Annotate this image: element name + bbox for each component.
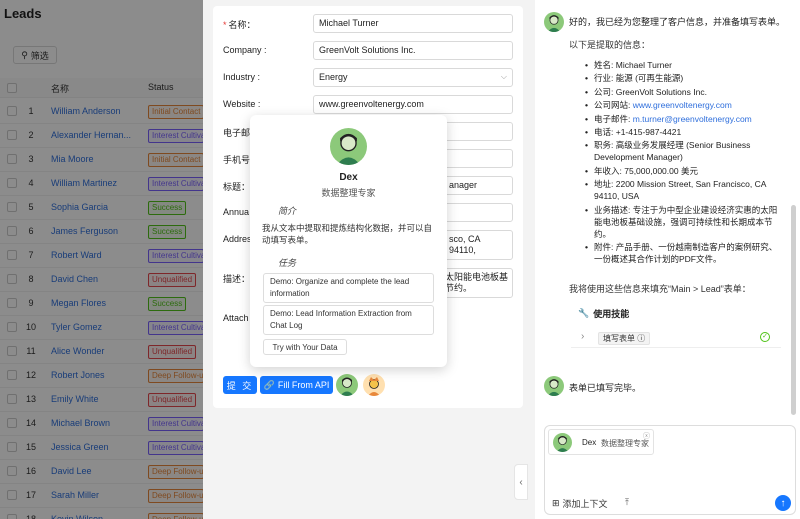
dex-avatar <box>544 376 564 396</box>
info-key: 职务: <box>594 140 616 151</box>
intro-heading: 简介 <box>278 206 297 216</box>
skill-tag: 填写表单 ⓘ <box>598 332 651 345</box>
title-label: 标题： <box>223 182 251 192</box>
email-label: 电子邮 <box>223 128 251 138</box>
assistant-message-final: 表单已填写完毕。 <box>569 383 642 393</box>
tasks-heading: 任务 <box>278 258 297 268</box>
chip-agent-role: 数据整理专家 <box>601 439 649 448</box>
info-item: 电话: +1-415-987-4421 <box>585 126 785 138</box>
assistant-message-sub: 以下是提取的信息： <box>569 40 651 50</box>
skill-row[interactable]: › 填写表单 ⓘ ✓ <box>571 328 781 348</box>
info-value: Michael Turner <box>615 60 672 70</box>
description-label: 描述： <box>223 274 251 284</box>
info-item: 地址: 2200 Mission Street, San Francisco, … <box>585 178 785 202</box>
company-label: Company : <box>223 45 267 55</box>
info-key: 地址: <box>594 179 616 190</box>
submit-button[interactable]: 提 交 <box>223 376 257 394</box>
info-item: 电子邮件: m.turner@greenvoltenergy.com <box>585 113 785 125</box>
arrow-up-icon: ↑ <box>780 497 786 509</box>
phone-label: 手机号 <box>223 155 251 165</box>
dex-avatar <box>544 12 564 32</box>
dex-large-avatar <box>330 128 367 165</box>
info-value: 能源 (可再生能源) <box>615 73 684 84</box>
agent-intro: 我从文本中提取和提炼结构化数据，并可以自动填写表单。 <box>262 223 433 245</box>
info-item: 业务描述: 专注于为中型企业建设经济实惠的太阳能电池板基础设施，强调可持续性和长… <box>585 204 785 240</box>
info-key: 姓名: <box>594 60 616 70</box>
info-key: 年收入: <box>594 165 625 176</box>
revenue-label: Annua <box>223 207 250 217</box>
add-context-button[interactable]: ⊞ 添加上下文 <box>552 497 608 510</box>
chevron-right-icon[interactable]: › <box>581 331 584 342</box>
agent-role: 数据整理专家 <box>321 188 376 198</box>
second-agent-avatar[interactable] <box>363 374 385 396</box>
industry-value: Energy <box>319 72 348 82</box>
skill-section-title: 🔧 使用技能 <box>578 307 629 320</box>
info-item: 年收入: 75,000,000.00 美元 <box>585 165 785 177</box>
help-icon: ⓘ <box>637 334 646 343</box>
website-input[interactable]: www.greenvoltenergy.com <box>313 95 513 114</box>
chevron-down-icon: ⌵ <box>500 72 507 81</box>
attach-icon: ⊞ <box>552 498 560 508</box>
info-item: 职务: 高级业务发展经理 (Senior Business Developmen… <box>585 139 785 163</box>
info-key: 业务描述: <box>594 204 633 215</box>
info-value: 2200 Mission Street, San Francisco, CA 9… <box>594 179 766 202</box>
task-item[interactable]: Demo: Organize and complete the lead inf… <box>263 273 434 303</box>
info-item: 行业: 能源 (可再生能源) <box>585 72 785 84</box>
check-circle-icon: ✓ <box>760 332 770 342</box>
industry-select[interactable]: Energy ⌵ <box>313 68 513 87</box>
assistant-message: 好的，我已经为您整理了客户信息，并准备填写表单。 <box>569 17 786 27</box>
try-with-your-data-button[interactable]: Try with Your Data <box>263 339 347 355</box>
chevron-left-icon: ‹ <box>519 476 523 488</box>
info-item: 公司: GreenVolt Solutions Inc. <box>585 86 785 98</box>
close-icon[interactable]: ⓧ <box>643 431 650 441</box>
name-label: * 名称： <box>223 20 256 30</box>
chip-agent-name: Dex <box>582 438 597 447</box>
info-item: 公司网站: www.greenvoltenergy.com <box>585 99 785 111</box>
info-key: 公司网站: <box>594 100 633 111</box>
dex-agent-avatar[interactable] <box>336 374 358 396</box>
info-value: 高级业务发展经理 (Senior Business Development Ma… <box>594 140 751 163</box>
link-icon: 🔗 <box>263 379 275 390</box>
info-key: 公司: <box>594 86 616 97</box>
name-input[interactable]: Michael Turner <box>313 14 513 33</box>
collapse-panel-button[interactable]: ‹ <box>514 464 528 500</box>
info-key: 电子邮件: <box>594 113 633 124</box>
info-value: +1-415-987-4421 <box>615 126 682 137</box>
info-value[interactable]: www.greenvoltenergy.com <box>633 100 732 110</box>
industry-label: Industry : <box>223 72 261 82</box>
info-value: GreenVolt Solutions Inc. <box>615 86 707 97</box>
info-value[interactable]: m.turner@greenvoltenergy.com <box>633 114 752 124</box>
fill-from-api-label: Fill From API <box>277 380 330 390</box>
website-label: Website : <box>223 99 261 109</box>
fill-from-api-button[interactable]: 🔗 Fill From API <box>260 376 333 394</box>
info-value: 产品手册、一份越南制造客户的案例研究、一份概述其合作计划的PDF文件。 <box>594 241 778 264</box>
skill-title-label: 使用技能 <box>593 309 630 319</box>
send-button[interactable]: ↑ <box>775 495 791 511</box>
info-item: 附件: 产品手册、一份越南制造客户的案例研究、一份概述其合作计划的PDF文件。 <box>585 241 785 265</box>
info-value: 75,000,000.00 美元 <box>624 165 698 176</box>
extracted-info-list: 姓名: Michael Turner行业: 能源 (可再生能源)公司: Gree… <box>585 59 785 266</box>
dex-chip-avatar <box>553 433 572 452</box>
task-item[interactable]: Demo: Lead Information Extraction from C… <box>263 305 434 335</box>
info-item: 姓名: Michael Turner <box>585 59 785 71</box>
info-key: 附件: <box>594 241 616 252</box>
agent-popover: Dex 数据整理专家 简介 我从文本中提取和提炼结构化数据，并可以自动填写表单。… <box>250 115 447 367</box>
wrench-icon: 🔧 <box>578 308 590 318</box>
upload-icon[interactable]: ⤒ <box>625 497 629 508</box>
assistant-message-next: 我将使用这些信息来填充“Main > Lead”表单： <box>569 284 751 294</box>
address-label: Addres <box>223 234 252 244</box>
agent-name: Dex <box>339 172 358 183</box>
info-key: 行业: <box>594 73 616 84</box>
company-input[interactable]: GreenVolt Solutions Inc. <box>313 41 513 60</box>
agent-chip: Dex 数据整理专家 ⓧ <box>548 429 654 455</box>
chat-scrollbar[interactable] <box>791 205 796 415</box>
info-key: 电话: <box>594 126 616 137</box>
attachment-label: Attach <box>223 313 249 323</box>
add-context-label: 添加上下文 <box>562 499 608 509</box>
